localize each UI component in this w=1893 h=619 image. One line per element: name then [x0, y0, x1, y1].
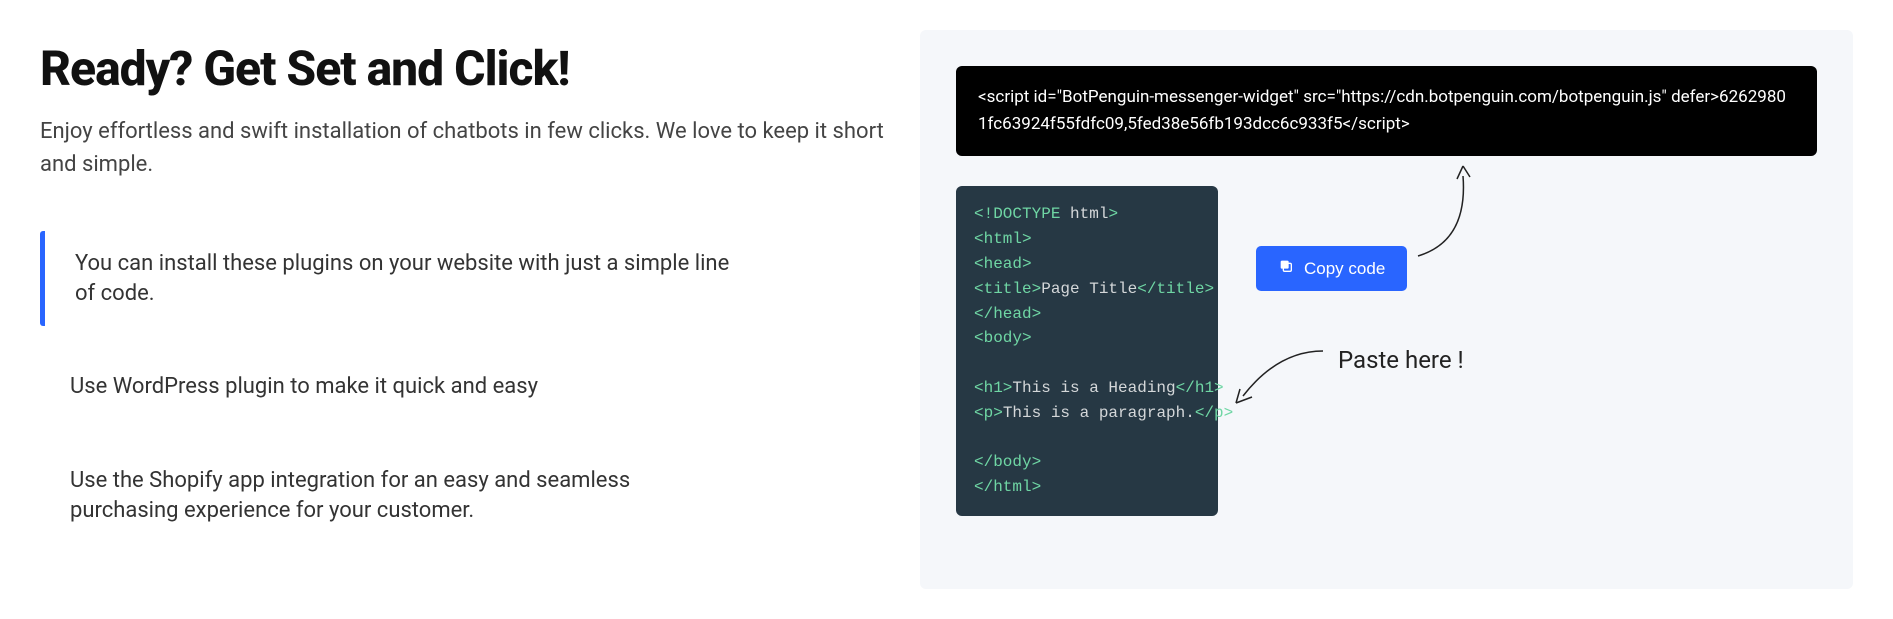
- copy-icon: [1278, 258, 1294, 279]
- code-token: >: [1108, 205, 1118, 223]
- arrow-up-icon: [1408, 161, 1488, 261]
- code-token: This is a Heading: [1012, 379, 1175, 397]
- code-token: <p>: [974, 404, 1003, 422]
- code-token: </body>: [974, 453, 1041, 471]
- code-token: </title>: [1137, 280, 1214, 298]
- feature-item-shopify[interactable]: Use the Shopify app integration for an e…: [40, 448, 740, 543]
- arrow-down-icon: [1228, 341, 1328, 411]
- page-subtitle: Enjoy effortless and swift installation …: [40, 115, 920, 181]
- code-token: </head>: [974, 305, 1041, 323]
- code-token: <h1>: [974, 379, 1012, 397]
- code-token: </html>: [974, 478, 1041, 496]
- code-token: <head>: [974, 255, 1032, 273]
- code-token: This is a paragraph.: [1003, 404, 1195, 422]
- feature-list: You can install these plugins on your we…: [40, 231, 920, 543]
- right-side-controls: Copy code Paste here !: [1218, 186, 1817, 426]
- feature-item-wordpress[interactable]: Use WordPress plugin to make it quick an…: [40, 354, 740, 420]
- copy-code-button[interactable]: Copy code: [1256, 246, 1407, 291]
- left-content: Ready? Get Set and Click! Enjoy effortle…: [40, 30, 920, 589]
- code-preview-panel: <script id="BotPenguin-messenger-widget"…: [920, 30, 1853, 589]
- paste-here-label: Paste here !: [1338, 346, 1464, 374]
- html-template-block: <!DOCTYPE html> <html> <head> <title>Pag…: [956, 186, 1218, 516]
- bottom-row: <!DOCTYPE html> <html> <head> <title>Pag…: [956, 186, 1817, 516]
- script-snippet-block: <script id="BotPenguin-messenger-widget"…: [956, 66, 1817, 156]
- code-token: <body>: [974, 329, 1032, 347]
- code-token: <title>: [974, 280, 1041, 298]
- code-token: html: [1060, 205, 1108, 223]
- code-token: Page Title: [1041, 280, 1137, 298]
- page-title: Ready? Get Set and Click!: [40, 40, 920, 97]
- code-token: <!DOCTYPE: [974, 205, 1060, 223]
- code-token: </h1>: [1176, 379, 1224, 397]
- feature-item-code-install[interactable]: You can install these plugins on your we…: [40, 231, 740, 326]
- code-token: <html>: [974, 230, 1032, 248]
- copy-code-label: Copy code: [1304, 259, 1385, 279]
